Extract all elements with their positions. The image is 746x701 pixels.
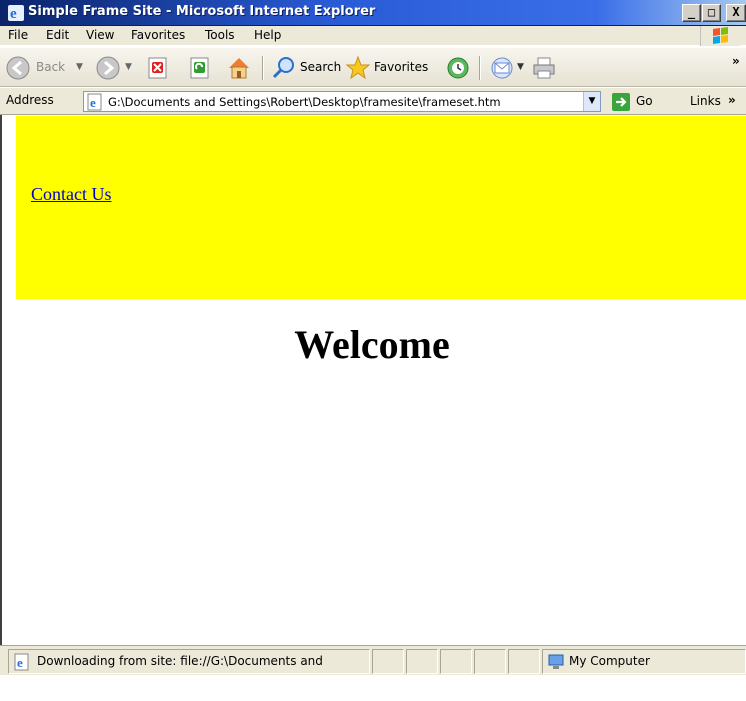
page-ie-icon: e — [87, 93, 102, 111]
svg-text:e: e — [10, 6, 17, 22]
history-icon[interactable] — [444, 54, 472, 82]
svg-text:e: e — [17, 655, 23, 670]
status-pane — [474, 649, 506, 674]
window-bottom — [0, 675, 746, 701]
print-icon[interactable] — [530, 54, 558, 82]
favorites-star-icon[interactable] — [344, 54, 372, 82]
back-label[interactable]: Back — [36, 60, 65, 74]
windows-logo — [700, 26, 740, 46]
menu-file[interactable]: File — [8, 28, 28, 42]
status-pane-zone: My Computer — [542, 649, 746, 674]
stop-icon[interactable] — [144, 54, 172, 82]
forward-arrow-icon[interactable] — [94, 54, 122, 82]
search-label[interactable]: Search — [300, 60, 341, 74]
page-ie-icon: e — [14, 653, 29, 671]
window-left-border — [0, 115, 16, 645]
forward-dropdown-icon[interactable]: ▼ — [125, 62, 132, 72]
go-button[interactable]: Go — [636, 94, 653, 108]
links-toolbar[interactable]: Links — [690, 94, 721, 108]
refresh-icon[interactable] — [186, 54, 214, 82]
status-pane — [440, 649, 472, 674]
menu-favorites[interactable]: Favorites — [131, 28, 185, 42]
toolbar-separator — [479, 56, 480, 80]
address-bar: Address e G:\Documents and Settings\Robe… — [0, 88, 746, 115]
menu-bar: File Edit View Favorites Tools Help — [0, 26, 746, 46]
status-text: Downloading from site: file://G:\Documen… — [37, 654, 323, 668]
mail-icon[interactable] — [488, 54, 516, 82]
address-input[interactable]: e G:\Documents and Settings\Robert\Deskt… — [83, 91, 601, 112]
mail-dropdown-icon[interactable]: ▼ — [517, 62, 524, 72]
welcome-heading: Welcome — [294, 322, 450, 367]
svg-text:e: e — [90, 95, 96, 110]
back-arrow-icon[interactable] — [4, 54, 32, 82]
standard-toolbar: Back ▼ ▼ Search Favorites ▼ » — [0, 47, 746, 87]
menu-help[interactable]: Help — [254, 28, 281, 42]
internet-explorer-icon: e — [8, 5, 24, 22]
status-pane-message: e Downloading from site: file://G:\Docum… — [8, 649, 370, 674]
search-icon[interactable] — [270, 54, 298, 82]
top-frame: Contact Us — [16, 116, 746, 299]
window-title: Simple Frame Site - Microsoft Internet E… — [28, 4, 376, 19]
title-bar: e Simple Frame Site - Microsoft Internet… — [0, 0, 746, 26]
status-pane — [406, 649, 438, 674]
home-icon[interactable] — [225, 54, 253, 82]
security-zone-text: My Computer — [569, 654, 650, 668]
menu-tools[interactable]: Tools — [205, 28, 235, 42]
maximize-button[interactable]: □ — [702, 4, 721, 22]
toolbar-overflow-chevron[interactable]: » — [732, 54, 740, 68]
menu-view[interactable]: View — [86, 28, 114, 42]
minimize-button[interactable]: _ — [682, 4, 701, 22]
links-overflow-chevron[interactable]: » — [728, 93, 736, 107]
status-pane — [372, 649, 404, 674]
address-label: Address — [6, 93, 54, 107]
windows-flag-icon — [713, 27, 728, 44]
my-computer-icon — [548, 654, 564, 669]
go-arrow-icon[interactable] — [612, 93, 630, 111]
close-button[interactable]: X — [726, 4, 746, 22]
status-pane — [508, 649, 540, 674]
toolbar-separator — [262, 56, 263, 80]
address-value[interactable]: G:\Documents and Settings\Robert\Desktop… — [108, 95, 578, 109]
main-frame: Welcome — [16, 299, 746, 645]
back-dropdown-icon[interactable]: ▼ — [76, 62, 83, 72]
contact-us-link[interactable]: Contact Us — [31, 184, 112, 205]
menu-edit[interactable]: Edit — [46, 28, 69, 42]
favorites-label[interactable]: Favorites — [374, 60, 428, 74]
address-dropdown-icon[interactable]: ▼ — [583, 92, 600, 111]
